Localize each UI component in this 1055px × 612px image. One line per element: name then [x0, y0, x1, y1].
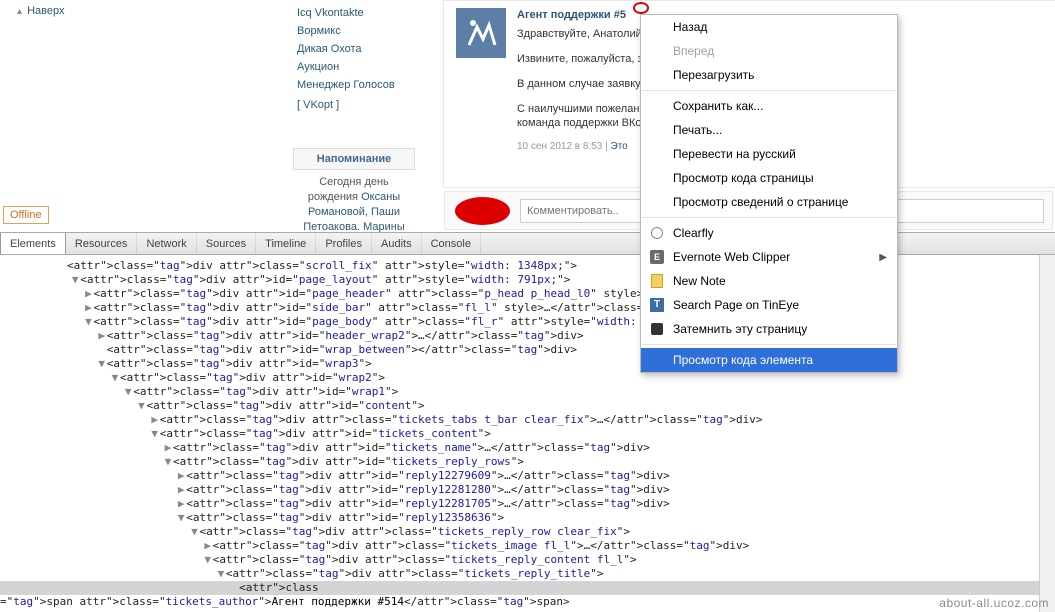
dom-node[interactable]: ▶<attr">class="tag">div attr">id="reply1…	[0, 497, 1055, 511]
submenu-arrow-icon: ▶	[879, 252, 887, 263]
dom-node[interactable]: ▶<attr">class="tag">div attr">class="tic…	[0, 539, 1055, 553]
context-menu-item[interactable]: Печать...	[641, 118, 897, 142]
reminder-block: Напоминание Сегодня день рождения Оксаны…	[293, 148, 415, 232]
context-menu-item[interactable]: New Note	[641, 269, 897, 293]
nav-sidebar: Icq Vkontakte Вормикс Дикая Охота Аукцио…	[297, 4, 432, 116]
context-menu-label: Clearfly	[673, 226, 714, 240]
context-menu-separator	[642, 90, 896, 91]
context-menu-label: New Note	[673, 274, 726, 288]
context-menu-label: Назад	[673, 20, 707, 34]
context-menu-label: Просмотр сведений о странице	[673, 195, 848, 209]
context-menu-item[interactable]: T Search Page on TinEye	[641, 293, 897, 317]
context-menu: Назад Вперед Перезагрузить Сохранить как...…	[640, 14, 898, 373]
context-menu-label: Печать...	[673, 123, 722, 137]
scrollbar[interactable]	[1039, 255, 1055, 612]
tab-network[interactable]: Network	[137, 233, 196, 254]
reminder-person-link[interactable]: Марины	[363, 221, 405, 232]
dom-node[interactable]: ▶<attr">class="tag">div attr">id="reply1…	[0, 483, 1055, 497]
context-menu-item[interactable]: Затемнить эту страницу	[641, 317, 897, 341]
tab-timeline[interactable]: Timeline	[256, 233, 316, 254]
tab-resources[interactable]: Resources	[66, 233, 138, 254]
highlight-oval-icon	[455, 197, 510, 225]
context-menu-item[interactable]: Просмотр кода элемента	[641, 348, 897, 372]
context-menu-label: Затемнить эту страницу	[673, 322, 807, 336]
vkopt-link[interactable]: [ VKopt ]	[297, 94, 432, 116]
context-menu-item[interactable]: Назад	[641, 15, 897, 39]
dom-node[interactable]: ▼<attr">class="tag">div attr">id="reply1…	[0, 511, 1055, 525]
dom-node[interactable]: ▼<attr">class="tag">div attr">class="tic…	[0, 567, 1055, 581]
context-menu-label: Просмотр кода страницы	[673, 171, 814, 185]
context-menu-label: Search Page on TinEye	[673, 298, 799, 312]
avatar[interactable]	[456, 8, 506, 58]
back-to-top[interactable]: ▴ Наверх	[17, 5, 65, 17]
t-icon: T	[649, 297, 665, 313]
dom-node[interactable]: ▼<attr">class="tag">div attr">class="tic…	[0, 553, 1055, 567]
context-menu-separator	[642, 217, 896, 218]
dom-node[interactable]: ▼<attr">class="tag">div attr">id="conten…	[0, 399, 1055, 413]
context-menu-label: Перезагрузить	[673, 68, 754, 82]
context-menu-label: Сохранить как...	[673, 99, 763, 113]
sidebar-link[interactable]: Дикая Охота	[297, 40, 432, 58]
context-menu-item[interactable]: Сохранить как...	[641, 94, 897, 118]
tab-console[interactable]: Console	[422, 233, 481, 254]
dom-node[interactable]: ▼<attr">class="tag">div attr">id="wrap1"…	[0, 385, 1055, 399]
up-arrow-icon: ▴	[17, 6, 22, 17]
dom-node-selected[interactable]: <attr">class	[0, 581, 1055, 595]
tab-sources[interactable]: Sources	[197, 233, 256, 254]
context-menu-item[interactable]: Просмотр кода страницы	[641, 166, 897, 190]
top-link-label[interactable]: Наверх	[27, 5, 64, 17]
tab-elements[interactable]: Elements	[0, 233, 66, 254]
tab-audits[interactable]: Audits	[372, 233, 422, 254]
dom-node[interactable]: ▼<attr">class="tag">div attr">id="wrap2"…	[0, 371, 1055, 385]
dom-node[interactable]: ▶<attr">class="tag">div attr">id="ticket…	[0, 441, 1055, 455]
message-meta-link[interactable]: Это	[611, 141, 628, 152]
context-menu-item[interactable]: Просмотр сведений о странице	[641, 190, 897, 214]
context-menu-item[interactable]: Clearfly	[641, 221, 897, 245]
sidebar-link[interactable]: Icq Vkontakte	[297, 4, 432, 22]
avatar-icon	[461, 13, 501, 53]
clearfly-icon	[649, 225, 665, 241]
sidebar-link[interactable]: Вормикс	[297, 22, 432, 40]
highlight-circle-icon	[633, 2, 649, 14]
context-menu-item[interactable]: E Evernote Web Clipper ▶	[641, 245, 897, 269]
context-menu-separator	[642, 344, 896, 345]
dom-node[interactable]: ▼<attr">class="tag">div attr">id="ticket…	[0, 455, 1055, 469]
reminder-body: Сегодня день рождения Оксаны Романовой, …	[293, 175, 415, 232]
dom-node[interactable]: ▼<attr">class="tag">div attr">class="tic…	[0, 525, 1055, 539]
note-icon	[649, 273, 665, 289]
offline-badge: Offline	[3, 206, 49, 224]
context-menu-label: Evernote Web Clipper	[673, 250, 790, 264]
context-menu-item: Вперед	[641, 39, 897, 63]
context-menu-label: Вперед	[673, 44, 714, 58]
dark-icon	[649, 321, 665, 337]
context-menu-item[interactable]: Перевести на русский	[641, 142, 897, 166]
watermark: about-all.ucoz.com	[939, 596, 1049, 610]
context-menu-item[interactable]: Перезагрузить	[641, 63, 897, 87]
sidebar-link[interactable]: Аукцион	[297, 58, 432, 76]
dom-node[interactable]: ▶<attr">class="tag">div attr">id="reply1…	[0, 469, 1055, 483]
reminder-title: Напоминание	[293, 148, 415, 170]
sidebar-link[interactable]: Менеджер Голосов	[297, 76, 432, 94]
dom-node[interactable]: ▶<attr">class="tag">div attr">class="tic…	[0, 413, 1055, 427]
context-menu-label: Просмотр кода элемента	[673, 353, 813, 367]
tab-profiles[interactable]: Profiles	[316, 233, 372, 254]
dom-node[interactable]: ▼<attr">class="tag">div attr">id="ticket…	[0, 427, 1055, 441]
context-menu-label: Перевести на русский	[673, 147, 796, 161]
en-icon: E	[649, 249, 665, 265]
